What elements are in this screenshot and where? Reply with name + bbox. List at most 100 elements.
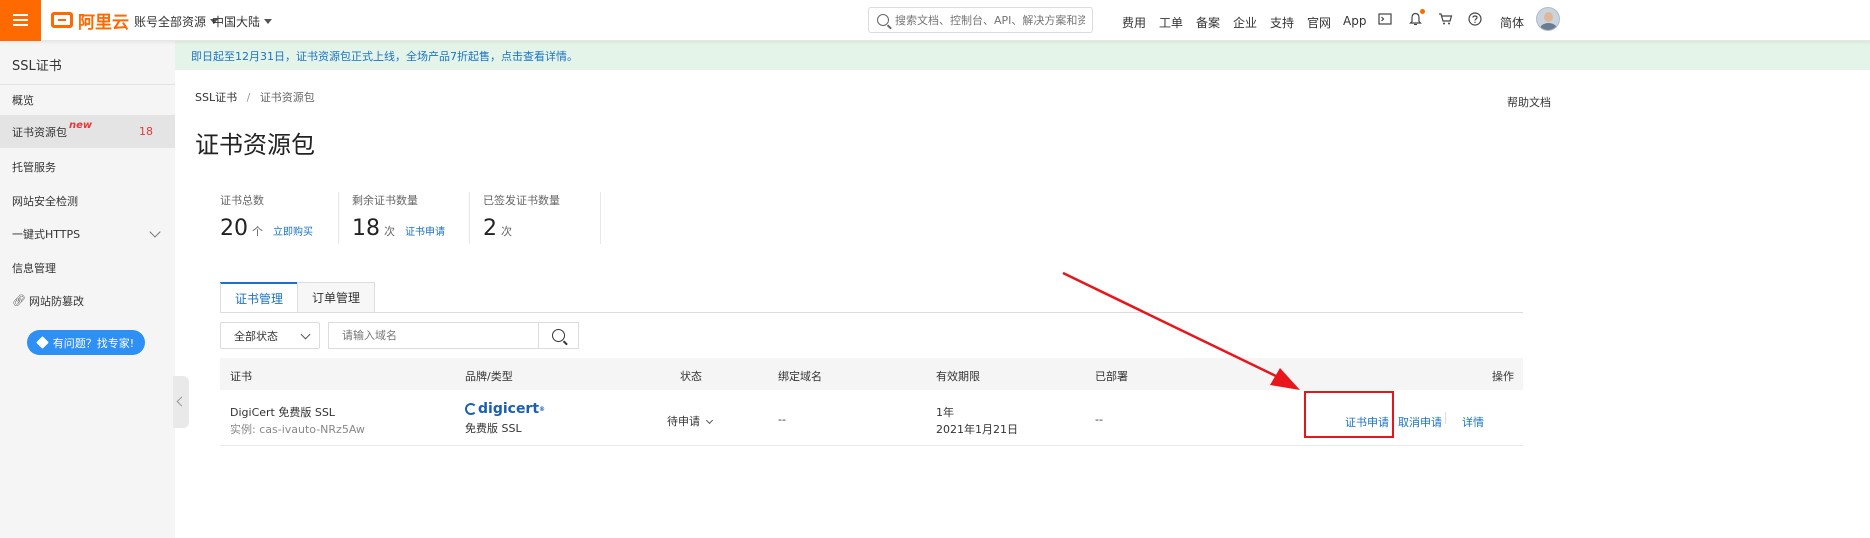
- details-button[interactable]: 详情: [1462, 414, 1484, 430]
- column-header: 有效期限: [936, 370, 980, 383]
- nav-link-website[interactable]: 官网: [1307, 14, 1331, 31]
- sidebar-item-label: 概览: [12, 93, 34, 107]
- language-switch[interactable]: 简体: [1500, 14, 1524, 31]
- digicert-logo-icon: [465, 403, 477, 415]
- brand-type: 免费版 SSL: [465, 422, 522, 435]
- highlight-box: [1304, 391, 1394, 438]
- sidebar: SSL证书 概览 证书资源包 new 18 托管服务 网站安全检测 一键式HTT…: [0, 41, 175, 538]
- help-icon[interactable]: [1468, 12, 1482, 26]
- sidebar-item-overview[interactable]: 概览: [0, 83, 175, 116]
- status-filter-select[interactable]: 全部状态: [220, 322, 320, 349]
- domain-search-button[interactable]: [538, 322, 579, 349]
- notification-dot: [1420, 9, 1425, 14]
- stat-total-certs: 证书总数 20 个 立即购买: [220, 192, 350, 244]
- nav-link-tickets[interactable]: 工单: [1159, 14, 1183, 31]
- column-header: 绑定域名: [778, 370, 822, 383]
- action-separator: [1445, 412, 1446, 424]
- column-header: 已部署: [1095, 370, 1128, 383]
- digicert-logo: digicert ®: [465, 401, 545, 417]
- chevron-down-icon: [149, 226, 161, 238]
- tab-bar: 证书管理 订单管理: [220, 282, 376, 313]
- caret-down-icon: [264, 19, 273, 24]
- promo-banner-text: 即日起至12月31日，证书资源包正式上线，全场产品7折起售，点击查看详情。: [191, 49, 578, 63]
- cert-instance-id: 实例: cas-ivauto-NRz5Aw: [230, 423, 365, 436]
- sidebar-item-label: 托管服务: [12, 160, 56, 174]
- aliyun-logo-icon: [51, 12, 73, 28]
- global-search-input[interactable]: [895, 13, 1085, 27]
- search-icon: [552, 329, 565, 342]
- collapse-sidebar-handle[interactable]: [173, 376, 189, 428]
- page-title: 证书资源包: [195, 131, 315, 159]
- stat-value: 18: [352, 216, 380, 241]
- tab-label: 证书管理: [235, 291, 284, 306]
- pin-icon: [35, 336, 49, 349]
- sidebar-item-site-security-scan[interactable]: 网站安全检测: [0, 184, 175, 217]
- bound-domain: --: [778, 413, 786, 426]
- global-search[interactable]: [868, 7, 1093, 33]
- stat-label: 证书总数: [220, 194, 264, 207]
- help-doc-link[interactable]: 帮助文档: [1507, 94, 1551, 110]
- nav-link-fees[interactable]: 费用: [1122, 14, 1146, 31]
- sidebar-item-label: 证书资源包: [12, 125, 67, 139]
- tab-cert-management[interactable]: 证书管理: [220, 282, 299, 313]
- sidebar-item-label: 网站防篡改: [28, 294, 84, 308]
- apply-cert-link[interactable]: 证书申请: [405, 223, 445, 238]
- breadcrumb-current: 证书资源包: [259, 91, 315, 104]
- promo-banner[interactable]: 即日起至12月31日，证书资源包正式上线，全场产品7折起售，点击查看详情。: [175, 41, 1870, 70]
- status-filter-value: 全部状态: [234, 329, 278, 343]
- terminal-icon[interactable]: [1378, 12, 1392, 26]
- sidebar-item-hosting[interactable]: 托管服务: [0, 150, 175, 183]
- stat-divider: [338, 192, 339, 244]
- aliyun-logo[interactable]: 阿里云: [51, 9, 129, 33]
- menu-icon[interactable]: [0, 0, 41, 41]
- stat-unit: 次: [501, 225, 512, 238]
- top-bar: 阿里云 账号全部资源 中国大陆 费用 工单 备案 企业 支持 官网 App 简体: [0, 0, 1870, 41]
- sidebar-item-label: 信息管理: [12, 261, 56, 275]
- stat-label: 剩余证书数量: [352, 194, 418, 207]
- column-header: 状态: [680, 370, 702, 383]
- user-avatar[interactable]: [1536, 7, 1560, 31]
- region-dropdown[interactable]: 中国大陆: [212, 13, 273, 30]
- breadcrumb: SSL证书 / 证书资源包: [195, 89, 315, 105]
- annotation-arrow: [1062, 271, 1300, 390]
- digicert-logo-text: digicert: [478, 401, 540, 417]
- cert-name: DigiCert 免费版 SSL: [230, 406, 335, 419]
- validity-date: 2021年1月21日: [936, 423, 1018, 436]
- chevron-down-icon: [705, 416, 714, 425]
- breadcrumb-root[interactable]: SSL证书: [195, 91, 237, 104]
- sidebar-item-cert-package[interactable]: 证书资源包 new 18: [0, 115, 175, 148]
- cart-icon[interactable]: [1438, 12, 1453, 26]
- sidebar-item-one-click-https[interactable]: 一键式HTTPS: [0, 217, 175, 250]
- count-badge: 18: [139, 125, 153, 138]
- cancel-application-button[interactable]: 取消申请: [1398, 414, 1442, 430]
- tab-order-management[interactable]: 订单管理: [297, 282, 376, 313]
- buy-now-link[interactable]: 立即购买: [273, 223, 313, 238]
- stat-value: 2: [483, 216, 497, 241]
- account-dropdown-label: 账号全部资源: [134, 15, 207, 29]
- sidebar-item-label: 网站安全检测: [12, 194, 78, 208]
- account-dropdown[interactable]: 账号全部资源: [134, 13, 219, 30]
- domain-search-input[interactable]: [328, 322, 539, 349]
- cert-status-dropdown[interactable]: 待申请: [667, 413, 714, 429]
- sidebar-item-anti-tamper[interactable]: 🔗︎ 网站防篡改: [0, 284, 175, 317]
- sidebar-title: SSL证书: [12, 59, 62, 74]
- stat-value: 20: [220, 216, 248, 241]
- bell-icon[interactable]: [1409, 12, 1422, 27]
- ask-expert-button[interactable]: 有问题？找专家!: [27, 330, 145, 355]
- stat-label: 已签发证书数量: [483, 194, 560, 207]
- stat-unit: 个: [252, 225, 263, 238]
- stat-unit: 次: [384, 225, 395, 238]
- nav-link-app[interactable]: App: [1343, 14, 1366, 28]
- table-header: 证书 品牌/类型 状态 绑定域名 有效期限 已部署 操作: [220, 358, 1523, 390]
- search-icon: [877, 14, 889, 26]
- ask-expert-label: 有问题？找专家!: [52, 336, 135, 350]
- breadcrumb-separator: /: [246, 91, 251, 104]
- cert-status: 待申请: [667, 415, 700, 428]
- column-header: 品牌/类型: [465, 370, 513, 383]
- nav-link-icp[interactable]: 备案: [1196, 14, 1220, 31]
- logo-text: 阿里云: [78, 12, 129, 33]
- sidebar-item-info-management[interactable]: 信息管理: [0, 251, 175, 284]
- column-header: 操作: [1492, 370, 1514, 383]
- nav-link-enterprise[interactable]: 企业: [1233, 14, 1257, 31]
- nav-link-support[interactable]: 支持: [1270, 14, 1294, 31]
